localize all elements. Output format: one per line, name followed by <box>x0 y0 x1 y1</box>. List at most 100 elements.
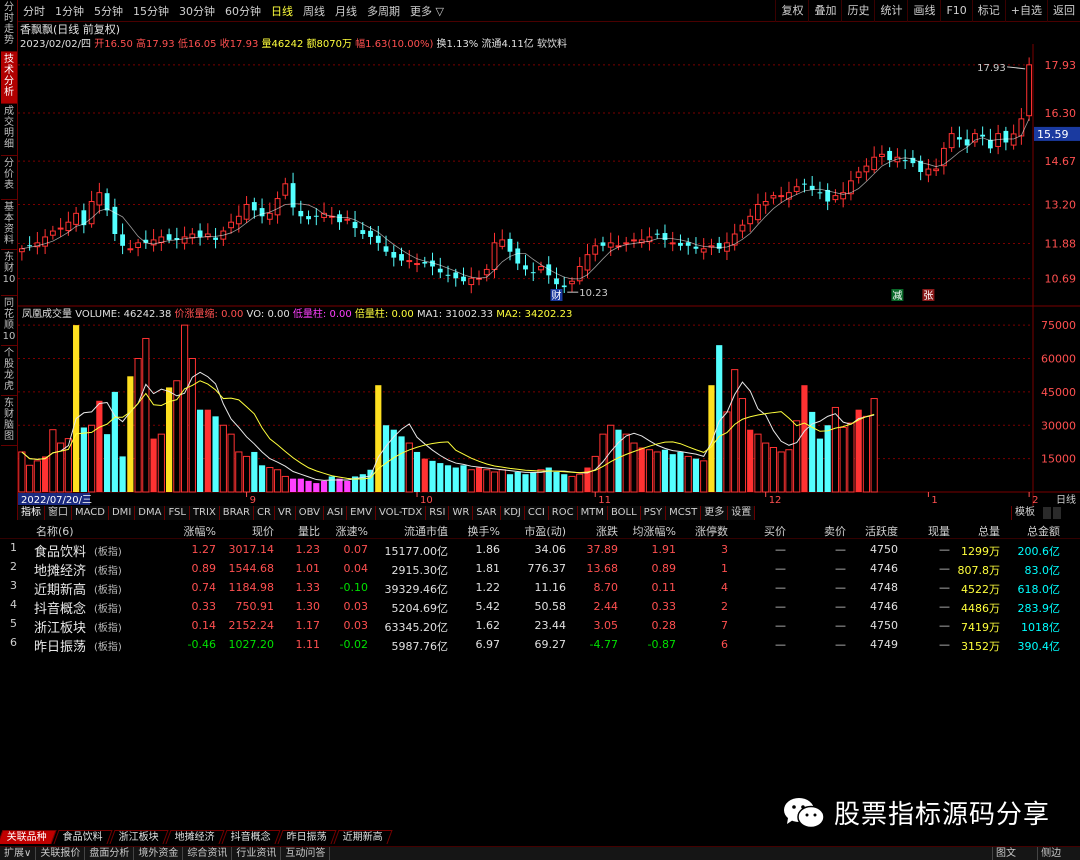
column-header-1[interactable]: 涨幅% <box>150 523 216 539</box>
table-row[interactable]: 6 昨日振荡 (板指) -0.46 1027.20 1.11 -0.02 5987.76亿 6.… <box>0 636 1080 655</box>
table-row[interactable]: 5 浙江板块 (板指) 0.14 2152.24 1.17 0.03 63345.20亿 1.6… <box>0 617 1080 636</box>
bottom-bar-item-2[interactable]: 盘面分析 <box>85 847 135 860</box>
indicator-tab-2[interactable]: MACD <box>72 506 109 520</box>
period-tab-8[interactable]: 月线 <box>330 3 362 19</box>
side-tab-0[interactable]: 分时走势 <box>1 0 17 52</box>
bottom-bar-item-5[interactable]: 行业资讯 <box>232 847 282 860</box>
column-header-8[interactable]: 涨跌 <box>566 523 618 539</box>
indicator-tab-24[interactable]: 更多 <box>701 506 729 520</box>
column-header-11[interactable]: 买价 <box>728 523 786 539</box>
kline-chart[interactable]: 17.93 16.30 14.67 13.20 11.88 10.69 15.59 75000… <box>18 44 1080 506</box>
indicator-tab-20[interactable]: MTM <box>577 506 608 520</box>
indicator-tab-13[interactable]: VOL-TDX <box>375 506 427 520</box>
column-header-5[interactable]: 流通市值 <box>368 523 448 539</box>
indicator-tab-8[interactable]: CR <box>254 506 275 520</box>
indicator-tab-7[interactable]: BRAR <box>219 506 254 520</box>
column-header-12[interactable]: 卖价 <box>786 523 846 539</box>
scroll-left-icon[interactable] <box>1043 507 1051 519</box>
period-tab-10[interactable]: 更多 ▽ <box>405 3 449 19</box>
indicator-tab-3[interactable]: DMI <box>108 506 136 520</box>
bottom-bar-item-3[interactable]: 境外资金 <box>134 847 184 860</box>
bottom-tab-2[interactable]: 浙江板块 <box>109 830 169 844</box>
column-header-0[interactable]: 名称(6) <box>36 523 74 539</box>
period-tab-1[interactable]: 1分钟 <box>50 3 89 19</box>
table-row[interactable]: 3 近期新高 (板指) 0.74 1184.98 1.33 -0.10 39329.46亿 1.… <box>0 579 1080 598</box>
side-tab-3[interactable]: 分价表 <box>1 156 17 200</box>
side-tab-5[interactable]: 东财10 <box>1 250 17 296</box>
period-tab-6[interactable]: 日线 <box>266 3 298 19</box>
column-header-10[interactable]: 涨停数 <box>676 523 728 539</box>
indicator-tab-18[interactable]: CCI <box>524 506 549 520</box>
period-tab-7[interactable]: 周线 <box>298 3 330 19</box>
indicator-tab-1[interactable]: 窗口 <box>45 506 72 520</box>
side-tab-6[interactable]: 同花顺10 <box>1 296 17 346</box>
toolbar-button-5[interactable]: F10 <box>940 0 971 22</box>
bottom-bar-item-6[interactable]: 互动问答 <box>281 847 331 860</box>
side-tab-8[interactable]: 东财脑图 <box>1 396 17 446</box>
column-header-4[interactable]: 涨速% <box>320 523 368 539</box>
indicator-tab-17[interactable]: KDJ <box>500 506 525 520</box>
column-header-13[interactable]: 活跃度 <box>846 523 898 539</box>
toolbar-button-8[interactable]: 返回 <box>1047 0 1080 22</box>
bottom-tab-1[interactable]: 食品饮料 <box>53 830 113 844</box>
bottom-tab-0[interactable]: 关联品种 <box>0 830 57 844</box>
bottom-bar-item-4[interactable]: 综合资讯 <box>183 847 233 860</box>
period-tab-4[interactable]: 30分钟 <box>174 3 220 19</box>
indicator-tab-9[interactable]: VR <box>274 506 296 520</box>
bottom-right-item-1[interactable]: 侧边栏» <box>1037 847 1080 860</box>
indicator-tab-4[interactable]: DMA <box>135 506 166 520</box>
indicator-tab-11[interactable]: ASI <box>324 506 348 520</box>
column-header-2[interactable]: 现价 <box>216 523 274 539</box>
bottom-right-item-0[interactable]: 图文F10 <box>992 847 1037 860</box>
indicator-tab-25[interactable]: 设置 <box>728 506 756 520</box>
indicator-tab-10[interactable]: OBV <box>295 506 324 520</box>
table-row[interactable]: 4 抖音概念 (板指) 0.33 750.91 1.30 0.03 5204.69亿 5.42 5… <box>0 598 1080 617</box>
side-tab-1[interactable]: 技术分析 <box>1 52 17 104</box>
volume-bar <box>196 409 204 492</box>
indicator-tab-15[interactable]: WR <box>449 506 474 520</box>
bottom-tab-4[interactable]: 抖音概念 <box>221 830 281 844</box>
indicator-tab-22[interactable]: PSY <box>640 506 667 520</box>
column-header-6[interactable]: 换手% <box>448 523 500 539</box>
bottom-tab-5[interactable]: 昨日振荡 <box>277 830 337 844</box>
toolbar-button-2[interactable]: 历史 <box>841 0 874 22</box>
toolbar-button-0[interactable]: 复权 <box>775 0 808 22</box>
toolbar-button-6[interactable]: 标记 <box>971 0 1005 22</box>
toolbar-button-7[interactable]: +自选 <box>1004 0 1047 22</box>
table-row[interactable]: 1 食品饮料 (板指) 1.27 3017.14 1.23 0.07 15177.00亿 1.8… <box>0 541 1080 560</box>
indicator-tab-14[interactable]: RSI <box>426 506 450 520</box>
period-tab-3[interactable]: 15分钟 <box>128 3 174 19</box>
template-button[interactable]: 模板 <box>1011 506 1038 520</box>
scroll-right-icon[interactable] <box>1053 507 1061 519</box>
indicator-tab-19[interactable]: ROC <box>548 506 578 520</box>
bottom-bar-item-1[interactable]: 关联报价 <box>36 847 86 860</box>
side-tab-2[interactable]: 成交明细 <box>1 104 17 156</box>
side-tab-7[interactable]: 个股龙虎 <box>1 346 17 396</box>
column-header-14[interactable]: 现量 <box>898 523 950 539</box>
indicator-tab-16[interactable]: SAR <box>473 506 501 520</box>
period-tab-0[interactable]: 分时 <box>18 3 50 19</box>
bottom-tab-6[interactable]: 近期新高 <box>333 830 393 844</box>
indicator-tab-5[interactable]: FSL <box>165 506 190 520</box>
toolbar-button-4[interactable]: 画线 <box>907 0 940 22</box>
period-tab-5[interactable]: 60分钟 <box>220 3 266 19</box>
bottom-bar-item-0[interactable]: 扩展∨ <box>0 847 37 860</box>
indicator-tab-6[interactable]: TRIX <box>189 506 220 520</box>
indicator-tab-23[interactable]: MCST <box>666 506 702 520</box>
period-tab-2[interactable]: 5分钟 <box>89 3 128 19</box>
side-tab-4[interactable]: 基本资料 <box>1 200 17 250</box>
column-header-7[interactable]: 市盈(动) <box>500 523 566 539</box>
period-tab-9[interactable]: 多周期 <box>362 3 405 19</box>
candle-body <box>607 242 614 248</box>
table-row[interactable]: 2 地摊经济 (板指) 0.89 1544.68 1.01 0.04 2915.30亿 1.81… <box>0 560 1080 579</box>
column-header-15[interactable]: 总量 <box>950 523 1000 539</box>
column-header-16[interactable]: 总金额 <box>1000 523 1060 539</box>
indicator-tab-21[interactable]: BOLL <box>607 506 641 520</box>
indicator-tab-12[interactable]: EMV <box>347 506 376 520</box>
column-header-3[interactable]: 量比 <box>274 523 320 539</box>
toolbar-button-1[interactable]: 叠加 <box>808 0 841 22</box>
column-header-9[interactable]: 均涨幅% <box>618 523 676 539</box>
toolbar-button-3[interactable]: 统计 <box>874 0 907 22</box>
indicator-tab-0[interactable]: 指标 <box>18 506 45 520</box>
bottom-tab-3[interactable]: 地摊经济 <box>165 830 225 844</box>
